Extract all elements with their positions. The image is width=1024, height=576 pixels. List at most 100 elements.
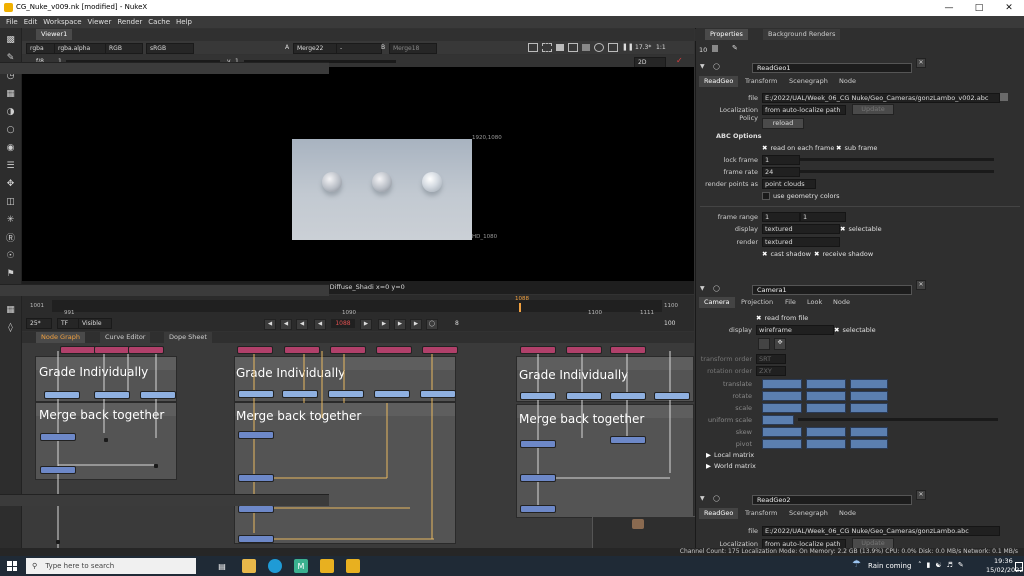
merge-node[interactable]	[238, 431, 274, 439]
camera1-tab-file[interactable]: File	[780, 297, 801, 308]
filter-nodes-icon[interactable]: ○	[5, 124, 16, 135]
read-node[interactable]	[610, 346, 646, 354]
readgeo2-tab-readgeo[interactable]: ReadGeo	[699, 508, 739, 519]
readgeo1-tab-readgeo[interactable]: ReadGeo	[699, 76, 739, 87]
grade-node[interactable]	[610, 392, 646, 400]
frame-rate-slider[interactable]	[800, 170, 994, 173]
task-view-icon[interactable]: ▤	[215, 559, 229, 573]
battery-icon[interactable]: ▮	[927, 561, 931, 569]
input-a-dropdown[interactable]: Merge22	[293, 43, 339, 54]
readgeo1-tab-scenegraph[interactable]: Scenegraph	[784, 76, 833, 87]
input-b-dropdown[interactable]: Merge18	[389, 43, 437, 54]
read-node[interactable]	[566, 346, 602, 354]
dot-node[interactable]	[104, 438, 108, 442]
skew-x-field[interactable]	[762, 427, 802, 437]
grade-node[interactable]	[282, 390, 318, 398]
forward-button[interactable]: ▶	[394, 319, 406, 330]
volume-icon[interactable]: ♬	[947, 561, 953, 569]
scale-x-field[interactable]	[762, 403, 802, 413]
tab-node-graph[interactable]: Node Graph	[36, 332, 85, 343]
rotate-y-field[interactable]	[806, 391, 846, 401]
readgeo1-header[interactable]	[0, 62, 329, 74]
nuke-taskbar-icon[interactable]	[320, 559, 334, 573]
grade-node[interactable]	[566, 392, 602, 400]
compare-icon[interactable]	[582, 44, 590, 51]
readgeo2-name[interactable]: ReadGeo2	[752, 495, 912, 505]
center-node-icon[interactable]: ◯	[713, 495, 720, 502]
prev-keyframe-button[interactable]: ◀	[264, 319, 276, 330]
read-node[interactable]	[422, 346, 458, 354]
grade-node[interactable]	[94, 391, 130, 399]
dot-node[interactable]	[154, 464, 158, 468]
metadata-nodes-icon[interactable]: ⚑	[5, 268, 16, 279]
read-node[interactable]	[60, 346, 96, 354]
collapse-icon[interactable]: ▼	[700, 285, 705, 292]
local-matrix-toggle[interactable]: ▶ Local matrix	[706, 451, 754, 459]
camera-node-icon[interactable]	[632, 519, 644, 529]
navigator-thumbnail[interactable]	[592, 516, 696, 550]
3d-nodes-icon[interactable]: ◫	[5, 196, 16, 207]
lut-icon[interactable]	[594, 43, 604, 52]
camera1-name[interactable]: Camera1	[752, 285, 912, 295]
camera1-tab-camera[interactable]: Camera	[699, 297, 735, 308]
grade-node[interactable]	[420, 390, 456, 398]
channels-dropdown[interactable]: rgba	[26, 43, 56, 54]
translate-y-field[interactable]	[806, 379, 846, 389]
frame-range-end-field[interactable]: 1	[800, 212, 846, 222]
weather-icon[interactable]: ☂	[852, 559, 861, 570]
pivot-y-field[interactable]	[806, 439, 846, 449]
pivot-z-field[interactable]	[850, 439, 888, 449]
nuke-taskbar-icon-2[interactable]	[346, 559, 360, 573]
visibility-dropdown[interactable]: Visible	[78, 318, 112, 329]
skew-y-field[interactable]	[806, 427, 846, 437]
read-node[interactable]	[520, 346, 556, 354]
roi-icon[interactable]	[528, 43, 538, 52]
readgeo2-tab-transform[interactable]: Transform	[740, 508, 782, 519]
pivot-x-field[interactable]	[762, 439, 802, 449]
cast-shadow-checkbox[interactable]: ✖ cast shadow	[762, 250, 811, 258]
readgeo1-tab-transform[interactable]: Transform	[740, 76, 782, 87]
grade-node[interactable]	[654, 392, 690, 400]
dot-node[interactable]	[56, 540, 60, 544]
proxy-icon[interactable]	[608, 43, 618, 52]
grade-node[interactable]	[328, 390, 364, 398]
camera1-tab-node[interactable]: Node	[828, 297, 855, 308]
axis-icon[interactable]: ✥	[774, 338, 786, 350]
tab-viewer1[interactable]: Viewer1	[36, 29, 73, 40]
rotation-order-dropdown[interactable]: ZXY	[756, 366, 786, 376]
store-icon[interactable]: M	[294, 559, 308, 573]
trash-icon[interactable]	[712, 45, 718, 52]
weather-text[interactable]: Rain coming	[868, 562, 911, 570]
close-panel-icon[interactable]: ✕	[916, 490, 926, 500]
menu-edit[interactable]: Edit	[24, 18, 38, 26]
network-icon[interactable]: ☯	[935, 561, 941, 569]
selectable-checkbox[interactable]: ✖ selectable	[840, 225, 882, 233]
merge-node[interactable]	[520, 505, 556, 513]
properties-count[interactable]: 10	[699, 46, 707, 54]
back-button[interactable]: ◀	[280, 319, 292, 330]
windows-start-icon[interactable]	[7, 561, 17, 571]
views-nodes-icon[interactable]: ☉	[5, 250, 16, 261]
update-button[interactable]: Update	[852, 104, 894, 115]
read-node[interactable]	[376, 346, 412, 354]
collapse-icon[interactable]: ▼	[700, 63, 705, 70]
pointer-icon[interactable]: ✓	[676, 56, 683, 65]
minimize-button[interactable]: —	[934, 0, 964, 16]
deep-nodes-icon[interactable]: Ⓡ	[5, 232, 16, 244]
lock-frame-slider[interactable]	[800, 158, 994, 161]
taskbar-search-box[interactable]: ⚲ Type here to search	[26, 558, 196, 574]
file-explorer-icon[interactable]	[242, 559, 256, 573]
merge-node[interactable]	[40, 433, 76, 441]
camera1-header[interactable]	[0, 284, 329, 296]
translate-z-field[interactable]	[850, 379, 888, 389]
file-path-field[interactable]: E:/2022/UAL/Week_06_CG Nuke/Geo_Cameras/…	[762, 93, 1000, 103]
uniform-scale-slider[interactable]	[798, 418, 998, 421]
rotate-z-field[interactable]	[850, 391, 888, 401]
grade-node[interactable]	[238, 390, 274, 398]
notifications-icon[interactable]	[1015, 562, 1023, 571]
read-node[interactable]	[330, 346, 366, 354]
collapse-icon[interactable]: ▼	[700, 495, 705, 502]
ratio-value[interactable]: 1:1	[656, 44, 666, 51]
image-icon[interactable]	[568, 43, 578, 52]
image-nodes-icon[interactable]: ▩	[5, 34, 16, 45]
